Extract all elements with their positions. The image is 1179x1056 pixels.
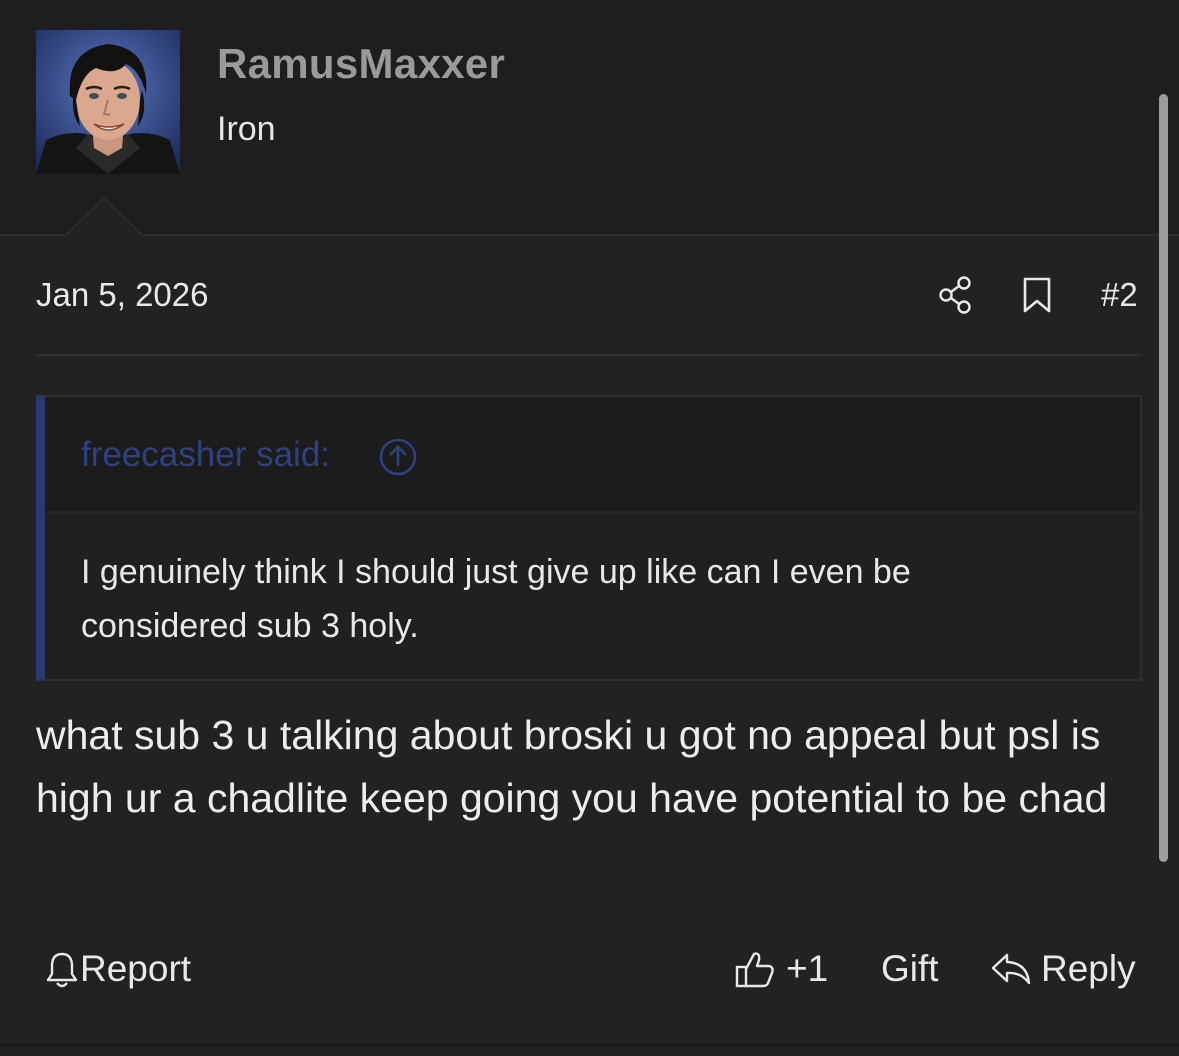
report-label: Report [80, 948, 192, 989]
avatar[interactable] [36, 30, 180, 174]
reply-button[interactable]: Reply [989, 948, 1136, 990]
divider [36, 354, 1142, 356]
gift-label: Gift [881, 948, 939, 989]
quote-block: freecasher said: I genuinely think I sho… [36, 395, 1142, 681]
username[interactable]: RamusMaxxer [217, 40, 505, 88]
reply-arrow-icon [989, 949, 1033, 989]
notch [66, 200, 142, 236]
bell-icon [44, 949, 80, 989]
post-number-link[interactable]: #2 [1101, 276, 1138, 314]
user-header: RamusMaxxer Iron [0, 0, 1179, 236]
thumbs-up-icon [734, 949, 776, 989]
like-count: +1 [786, 948, 829, 989]
quote-author[interactable]: freecasher said: [81, 435, 330, 475]
forum-post: RamusMaxxer Iron Jan 5, 2026 #2 freecash… [0, 0, 1179, 1056]
quote-text: I genuinely think I should just give up … [81, 553, 911, 645]
quote-header: freecasher said: [45, 397, 1140, 513]
share-icon[interactable] [938, 276, 974, 314]
user-rank-title: Iron [217, 110, 276, 148]
report-button[interactable]: Report [44, 948, 191, 990]
post-date[interactable]: Jan 5, 2026 [36, 276, 208, 314]
arrow-up-circle-icon[interactable] [378, 437, 418, 477]
scrollbar[interactable] [1159, 94, 1168, 862]
like-button[interactable]: +1 [734, 948, 828, 990]
divider [0, 1044, 1179, 1047]
post-body: what sub 3 u talking about broski u got … [36, 712, 1108, 821]
reply-label: Reply [1041, 948, 1136, 989]
gift-button[interactable]: Gift [881, 948, 939, 990]
bookmark-icon[interactable] [1022, 276, 1052, 314]
